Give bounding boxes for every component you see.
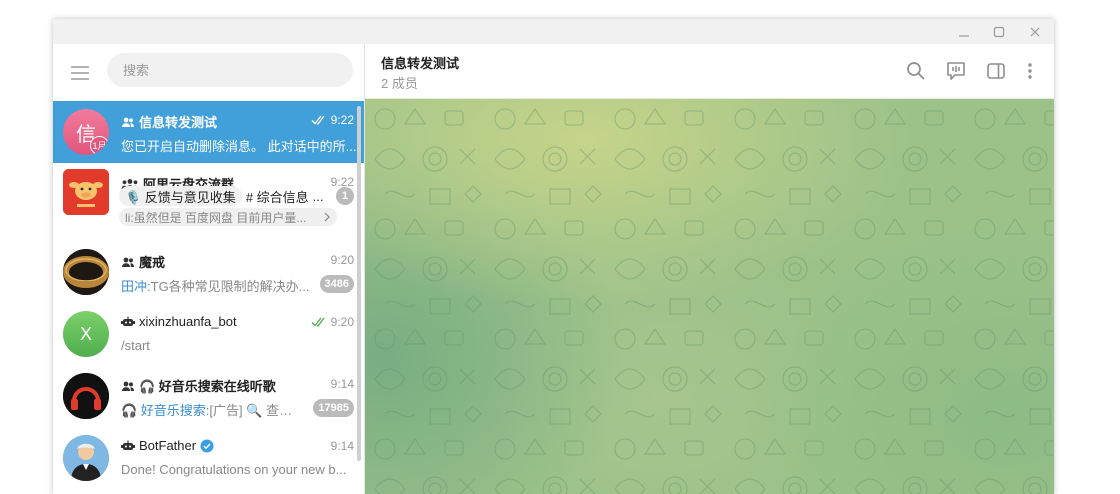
chat-header-title[interactable]: 信息转发测试 [381, 53, 459, 72]
chat-preview: 您已开启自动删除消息。 此对话中的所... [121, 139, 357, 154]
double-check-icon [311, 115, 325, 125]
chat-sidebar: 信 1月 信息转发测试 9:22 您已开启自动删除消息。 此对话中的所... [53, 44, 365, 494]
unread-badge: 17985 [313, 399, 354, 417]
menu-button[interactable] [69, 62, 91, 84]
verified-icon [200, 439, 214, 452]
topic-label: 🎙️ 反馈与意见收集 [125, 189, 236, 205]
chat-item[interactable]: 阿里云盘交流群 9:22 🎙️ 反馈与意见收集 # 综合信息 ... 1 li:… [53, 163, 364, 241]
chat-title: BotFather [121, 438, 214, 453]
sidebar-scrollbar[interactable] [357, 106, 361, 461]
chat-title-text: 魔戒 [139, 255, 166, 270]
group-icon [122, 117, 134, 127]
chat-title-text: 信息转发测试 [139, 115, 218, 130]
chat-title: 🎧 好音乐搜索在线听歌 [121, 376, 276, 395]
chat-title-text: 🎧 好音乐搜索在线听歌 [139, 379, 276, 394]
sidebar-toggle-icon [987, 63, 1005, 79]
topic-ellipsis: ... [312, 188, 324, 204]
avatar: X [63, 311, 109, 357]
avatar [63, 169, 109, 215]
group-icon [122, 257, 134, 267]
cow-logo-icon [63, 169, 109, 215]
preview-text: TG各种常见限制的解决办... [150, 279, 310, 294]
ring-image-icon [63, 249, 109, 295]
avatar: 信 1月 [63, 109, 109, 155]
avatar [63, 249, 109, 295]
bot-icon [121, 440, 135, 450]
chat-item[interactable]: X xixinzhuanfa_bot 9:20 /start [53, 303, 364, 365]
preview-sender: 田冲: [121, 279, 151, 294]
topic-pill[interactable]: 🎙️ 反馈与意见收集 [119, 186, 242, 206]
chat-preview: 田冲:TG各种常见限制的解决办... [121, 276, 311, 295]
group-icon [122, 381, 134, 391]
maximize-icon [993, 26, 1005, 37]
close-button[interactable] [1019, 19, 1051, 44]
chat-time-text: 9:20 [330, 315, 354, 329]
auto-delete-badge: 1月 [90, 136, 109, 155]
last-message-text: li:虽然但是 百度网盘 目前用户量... [125, 210, 307, 225]
chat-background [365, 99, 1054, 494]
chat-preview: /start [121, 338, 150, 353]
chat-header-subtitle: 2 成员 [381, 76, 418, 91]
chat-item[interactable]: BotFather 9:14 Done! Congratulations on … [53, 427, 364, 489]
close-icon [1030, 27, 1040, 36]
chat-title-text: xixinzhuanfa_bot [139, 314, 237, 329]
hamburger-icon [71, 66, 89, 80]
chat-title: 信息转发测试 [121, 112, 217, 131]
doodle-pattern [365, 99, 1054, 494]
topics-row: 🎙️ 反馈与意见收集 # 综合信息 ... [119, 186, 324, 206]
chat-time: 9:20 [311, 315, 354, 329]
chat-title: 魔戒 [121, 252, 165, 271]
maximize-button[interactable] [983, 19, 1015, 44]
botfather-avatar-icon [63, 435, 109, 481]
minimize-icon [959, 34, 969, 37]
chat-preview: 🎧 好音乐搜索:[广告] 🔍 查司... [121, 400, 301, 419]
sidebar-header [53, 44, 364, 101]
chat-preview: Done! Congratulations on your new b... [121, 462, 347, 477]
chat-time-text: 9:14 [330, 439, 354, 453]
chat-item[interactable]: 信 1月 信息转发测试 9:22 您已开启自动删除消息。 此对话中的所... [53, 101, 364, 163]
chat-time-text: 9:20 [330, 253, 354, 267]
search-button[interactable] [905, 60, 927, 82]
chat-time: 9:14 [331, 377, 354, 391]
last-message-pill[interactable]: li:虽然但是 百度网盘 目前用户量... [119, 208, 337, 226]
preview-sender: 🎧 好音乐搜索: [121, 403, 210, 418]
unread-badge: 1 [336, 187, 354, 205]
search-input[interactable] [107, 53, 353, 87]
avatar [63, 435, 109, 481]
minimize-button[interactable] [948, 19, 980, 44]
chat-item[interactable]: 魔戒 9:20 田冲:TG各种常见限制的解决办... 3486 [53, 241, 364, 303]
chat-time-text: 9:14 [330, 377, 354, 391]
headphones-icon [63, 373, 109, 419]
sidebar-toggle-button[interactable] [985, 60, 1007, 82]
chat-list: 信 1月 信息转发测试 9:22 您已开启自动删除消息。 此对话中的所... 阿… [53, 101, 364, 494]
avatar-initial: X [79, 323, 92, 344]
chat-title: xixinzhuanfa_bot [121, 314, 237, 329]
chat-time: 9:14 [331, 439, 354, 453]
avatar [63, 373, 109, 419]
telegram-window: 信 1月 信息转发测试 9:22 您已开启自动删除消息。 此对话中的所... [53, 19, 1054, 494]
search-icon [907, 62, 925, 80]
title-bar [53, 19, 1054, 44]
double-check-icon [311, 317, 325, 327]
chat-title-text: BotFather [139, 438, 197, 453]
more-button[interactable] [1019, 60, 1041, 82]
preview-text: [广告] 🔍 查司... [209, 403, 301, 418]
more-icon [1028, 63, 1032, 79]
chat-item[interactable]: 🎧 好音乐搜索在线听歌 9:14 🎧 好音乐搜索:[广告] 🔍 查司... 17… [53, 365, 364, 427]
chat-header: 信息转发测试 2 成员 [365, 44, 1054, 99]
group-call-icon [947, 62, 965, 80]
topic-label-secondary: # 综合信息 [245, 189, 309, 205]
chat-time-text: 9:22 [330, 113, 354, 127]
bot-icon [121, 316, 135, 326]
unread-badge: 3486 [319, 275, 354, 293]
chevron-right-icon [324, 212, 330, 222]
chat-time: 9:20 [331, 253, 354, 267]
chat-time: 9:22 [311, 113, 354, 127]
group-call-button[interactable] [945, 60, 967, 82]
